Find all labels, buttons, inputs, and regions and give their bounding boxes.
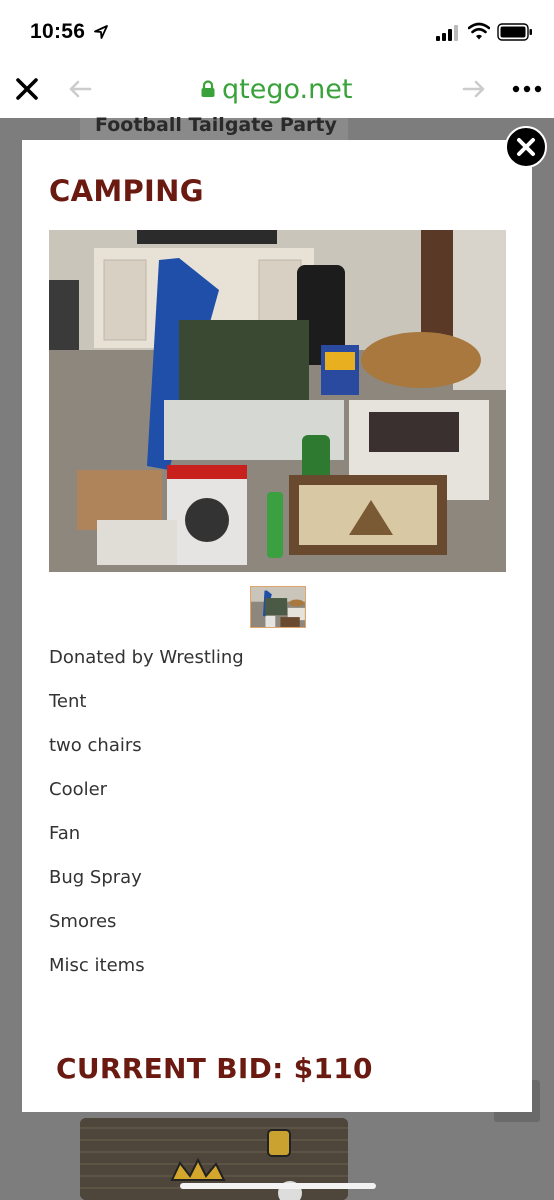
more-options-icon[interactable]: [511, 80, 543, 98]
item-detail-modal: CAMPING Donated by Wrestling Tent two ch…: [22, 140, 532, 1112]
status-time: 10:56: [30, 20, 86, 43]
item-photo: [49, 230, 506, 572]
browser-toolbar: qtego.net: [0, 62, 554, 118]
close-icon: [517, 138, 535, 156]
forward-arrow-icon[interactable]: [462, 79, 486, 99]
description-line: Cooler: [49, 779, 108, 800]
back-arrow-icon[interactable]: [68, 79, 92, 99]
description-line: Donated by Wrestling: [49, 647, 244, 668]
description-line: Fan: [49, 823, 81, 844]
address-bar[interactable]: qtego.net: [200, 72, 352, 106]
cellular-signal-icon: [436, 25, 458, 41]
modal-close-button[interactable]: [505, 126, 547, 168]
description-line: two chairs: [49, 735, 142, 756]
url-text: qtego.net: [222, 73, 353, 105]
location-arrow-icon: [94, 25, 108, 39]
close-browser-icon[interactable]: [14, 76, 40, 102]
home-indicator[interactable]: [180, 1183, 376, 1189]
item-photo-thumbnail[interactable]: [250, 586, 306, 628]
description-line: Tent: [49, 691, 87, 712]
wifi-icon: [468, 22, 490, 40]
item-description: Donated by Wrestling Tent two chairs Coo…: [49, 646, 244, 998]
background-page-title: Football Tailgate Party: [95, 114, 337, 136]
item-title: CAMPING: [49, 174, 204, 208]
current-bid: CURRENT BID: $110: [56, 1052, 373, 1085]
description-line: Smores: [49, 911, 117, 932]
lock-icon: [201, 80, 215, 97]
description-line: Bug Spray: [49, 867, 142, 888]
battery-icon: [497, 23, 532, 41]
description-line: Misc items: [49, 955, 145, 976]
status-bar: 10:56: [0, 0, 554, 62]
